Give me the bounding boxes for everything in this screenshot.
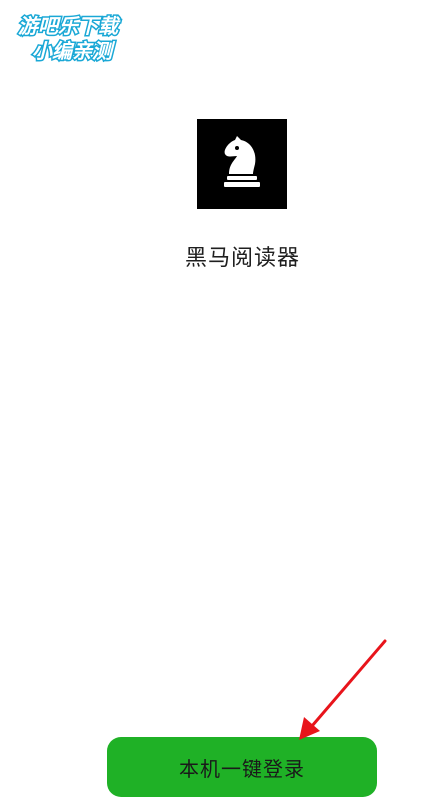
- watermark-logo: 游吧乐下载 小编亲测: [17, 13, 123, 65]
- watermark-line2: 小编亲测: [32, 39, 116, 63]
- chess-knight-icon: [224, 136, 260, 187]
- app-logo: [197, 119, 287, 209]
- login-screen: 游吧乐下载 小编亲测 黑马阅读器 本机一键登录: [0, 0, 445, 801]
- one-click-login-button[interactable]: 本机一键登录: [107, 737, 377, 797]
- app-name: 黑马阅读器: [184, 246, 300, 271]
- watermark-line1: 游吧乐下载: [18, 14, 121, 38]
